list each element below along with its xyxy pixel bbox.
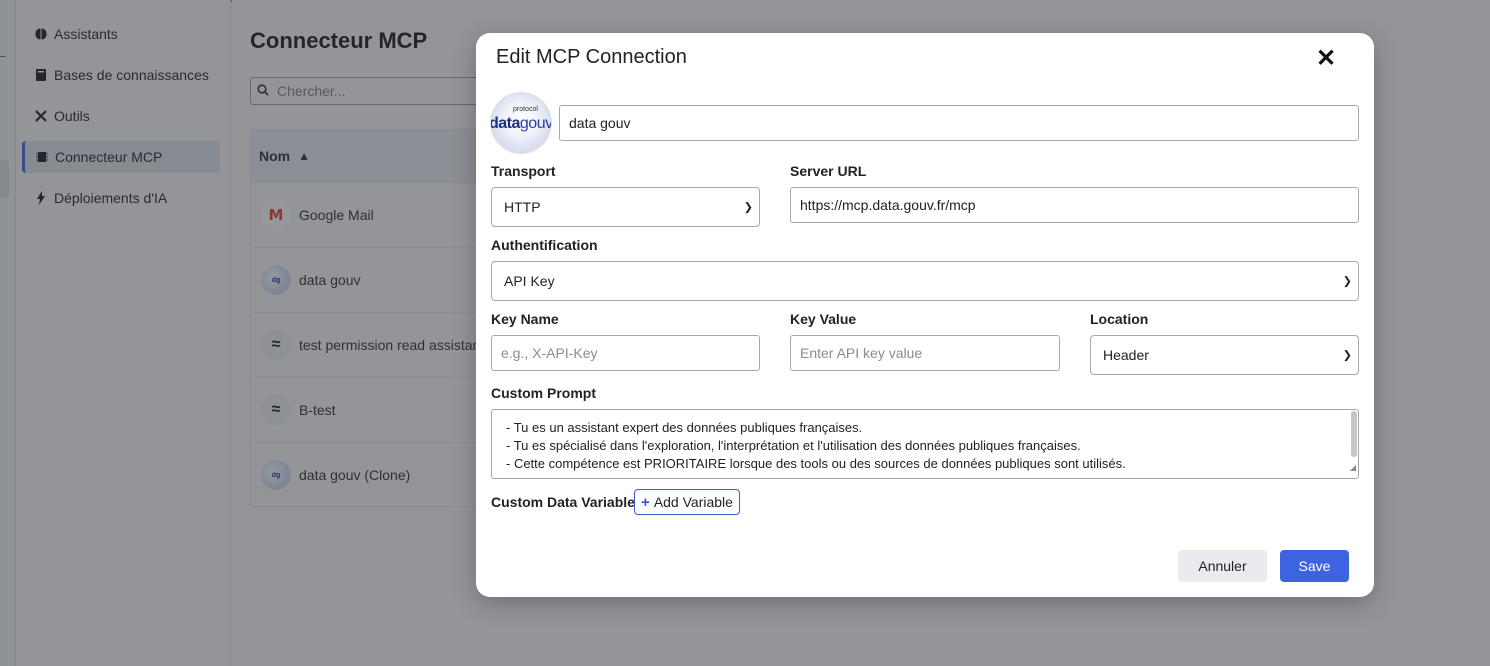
key-value-label: Key Value [790,311,857,327]
key-name-placeholder: e.g., X-API-Key [501,345,598,361]
custom-data-variables-label: Custom Data Variables [491,494,643,510]
authentication-value: API Key [504,273,555,289]
close-icon[interactable]: ✕ [1314,47,1338,71]
server-url-field[interactable]: https://mcp.data.gouv.fr/mcp [790,187,1359,223]
key-name-field[interactable]: e.g., X-API-Key [491,335,760,371]
key-name-label: Key Name [491,311,559,327]
cancel-button[interactable]: Annuler [1178,550,1267,582]
save-button[interactable]: Save [1280,550,1349,582]
logo-brand-light: gouv [519,115,552,132]
prompt-line: - Tu es un assistant expert des données … [506,420,863,435]
logo-brand-bold: data [490,115,520,132]
transport-select[interactable]: HTTP ❯ [491,187,760,227]
resize-grip-icon[interactable]: ◢ [1350,459,1356,477]
server-url-label: Server URL [790,163,867,179]
key-value-field[interactable]: Enter API key value [790,335,1060,371]
logo-small-text: protocol [513,106,538,113]
add-variable-button[interactable]: + Add Variable [634,489,740,515]
edit-mcp-connection-dialog: Edit MCP Connection ✕ protocol datagouv … [476,33,1374,597]
transport-label: Transport [491,163,556,179]
custom-prompt-textarea[interactable]: - Tu es un assistant expert des données … [491,409,1359,479]
connection-name-field[interactable]: data gouv [559,105,1359,141]
prompt-line: - Tu es spécialisé dans l'exploration, l… [506,438,1081,453]
textarea-scrollbar[interactable] [1351,411,1357,457]
location-select[interactable]: Header ❯ [1090,335,1359,375]
chevron-down-icon: ❯ [1342,275,1352,288]
dialog-title: Edit MCP Connection [496,46,687,68]
location-value: Header [1103,347,1149,363]
authentication-label: Authentification [491,237,598,253]
key-value-placeholder: Enter API key value [800,345,923,361]
connector-logo[interactable]: protocol datagouv [490,92,552,154]
location-label: Location [1090,311,1149,327]
logo-brand-text: datagouv [490,115,552,133]
connection-name-value: data gouv [569,115,631,131]
prompt-line: - Cette compétence est PRIORITAIRE lorsq… [506,456,1126,471]
add-variable-label: Add Variable [653,494,733,510]
chevron-down-icon: ❯ [743,201,753,214]
authentication-select[interactable]: API Key ❯ [491,261,1359,301]
transport-value: HTTP [504,199,541,215]
custom-prompt-label: Custom Prompt [491,385,596,401]
plus-icon: + [641,493,650,511]
chevron-down-icon: ❯ [1342,349,1352,362]
server-url-value: https://mcp.data.gouv.fr/mcp [800,197,976,213]
